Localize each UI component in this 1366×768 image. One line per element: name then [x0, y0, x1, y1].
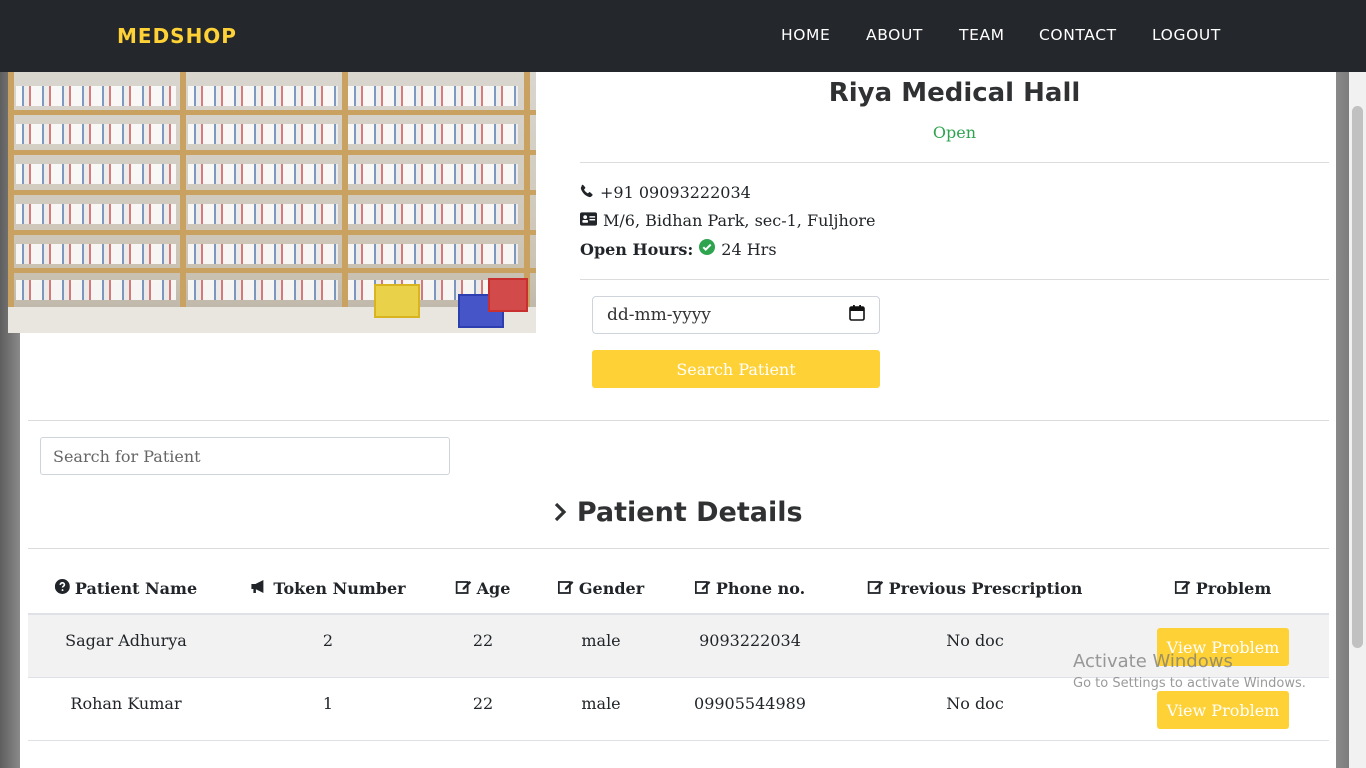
cell-gender: male: [581, 631, 621, 650]
section-title-text: Patient Details: [576, 497, 803, 528]
header-age: Age: [455, 579, 510, 598]
cell-patient-name: Rohan Kumar: [70, 694, 182, 713]
table-row: Rohan Kumar 1 22 male 09905544989 No doc…: [28, 678, 1329, 741]
header-problem: Problem: [1174, 579, 1271, 598]
nav-contact[interactable]: CONTACT: [1039, 26, 1117, 44]
edit-icon: [694, 579, 711, 598]
patient-search-input[interactable]: Search for Patient: [40, 437, 450, 475]
bullhorn-icon: [250, 579, 268, 598]
scrollbar-thumb[interactable]: [1352, 106, 1363, 648]
nav-home[interactable]: HOME: [781, 26, 830, 44]
table-header-row: Patient Name Token Number Age Gender Pho…: [28, 565, 1329, 615]
divider: [580, 279, 1329, 280]
chevron-right-icon: [553, 497, 576, 528]
hours-value: 24 Hrs: [721, 239, 777, 259]
top-navbar: MEDSHOP HOME ABOUT TEAM CONTACT LOGOUT: [0, 0, 1366, 72]
cell-token: 1: [322, 694, 334, 713]
cell-patient-name: Sagar Adhurya: [65, 631, 187, 650]
nav-team[interactable]: TEAM: [959, 26, 1005, 44]
table-row: Sagar Adhurya 2 22 male 9093222034 No do…: [28, 615, 1329, 678]
edit-icon: [1174, 579, 1191, 598]
edit-icon: [557, 579, 574, 598]
cell-gender: male: [581, 694, 621, 713]
header-previous-prescription: Previous Prescription: [867, 579, 1082, 598]
divider: [28, 420, 1329, 421]
calendar-icon[interactable]: [849, 304, 865, 326]
search-patient-button[interactable]: Search Patient: [592, 350, 880, 388]
question-circle-icon: [54, 579, 70, 598]
header-token-number: Token Number: [250, 579, 406, 598]
cell-prescription: No doc: [946, 631, 1004, 650]
store-name: Riya Medical Hall: [828, 78, 1081, 108]
header-gender: Gender: [557, 579, 644, 598]
store-address: M/6, Bidhan Park, sec-1, Fuljhore: [603, 211, 876, 230]
nav-logout[interactable]: LOGOUT: [1152, 26, 1221, 44]
edit-icon: [455, 579, 472, 598]
store-phone-line: +91 09093222034: [580, 183, 751, 202]
phone-icon: [580, 183, 594, 202]
view-problem-button[interactable]: View Problem: [1157, 691, 1289, 729]
cell-age: 22: [472, 631, 494, 650]
store-hours-line: Open Hours: 24 Hrs: [580, 239, 777, 259]
check-circle-icon: [699, 239, 716, 259]
cell-prescription: No doc: [946, 694, 1004, 713]
pharmacy-shelves-image: [8, 72, 536, 333]
nav-about[interactable]: ABOUT: [866, 26, 923, 44]
edit-icon: [867, 579, 884, 598]
store-phone: +91 09093222034: [600, 183, 751, 202]
cell-age: 22: [472, 694, 494, 713]
store-address-line: M/6, Bidhan Park, sec-1, Fuljhore: [580, 211, 876, 230]
cell-phone: 09905544989: [694, 694, 806, 713]
date-input[interactable]: dd-mm-yyyy: [592, 296, 880, 334]
divider: [28, 548, 1329, 549]
hours-label: Open Hours:: [580, 239, 694, 259]
brand-logo[interactable]: MEDSHOP: [117, 24, 237, 48]
view-problem-button[interactable]: View Problem: [1157, 628, 1289, 666]
divider: [580, 162, 1329, 163]
header-phone: Phone no.: [694, 579, 805, 598]
cell-token: 2: [322, 631, 334, 650]
patient-search-placeholder: Search for Patient: [53, 446, 201, 466]
date-placeholder: dd-mm-yyyy: [607, 305, 711, 325]
store-status: Open: [932, 123, 977, 142]
page-scrollbar[interactable]: [1349, 72, 1366, 768]
cell-phone: 9093222034: [699, 631, 801, 650]
address-card-icon: [580, 211, 597, 230]
section-title: Patient Details: [20, 497, 1336, 528]
header-patient-name: Patient Name: [54, 579, 197, 598]
